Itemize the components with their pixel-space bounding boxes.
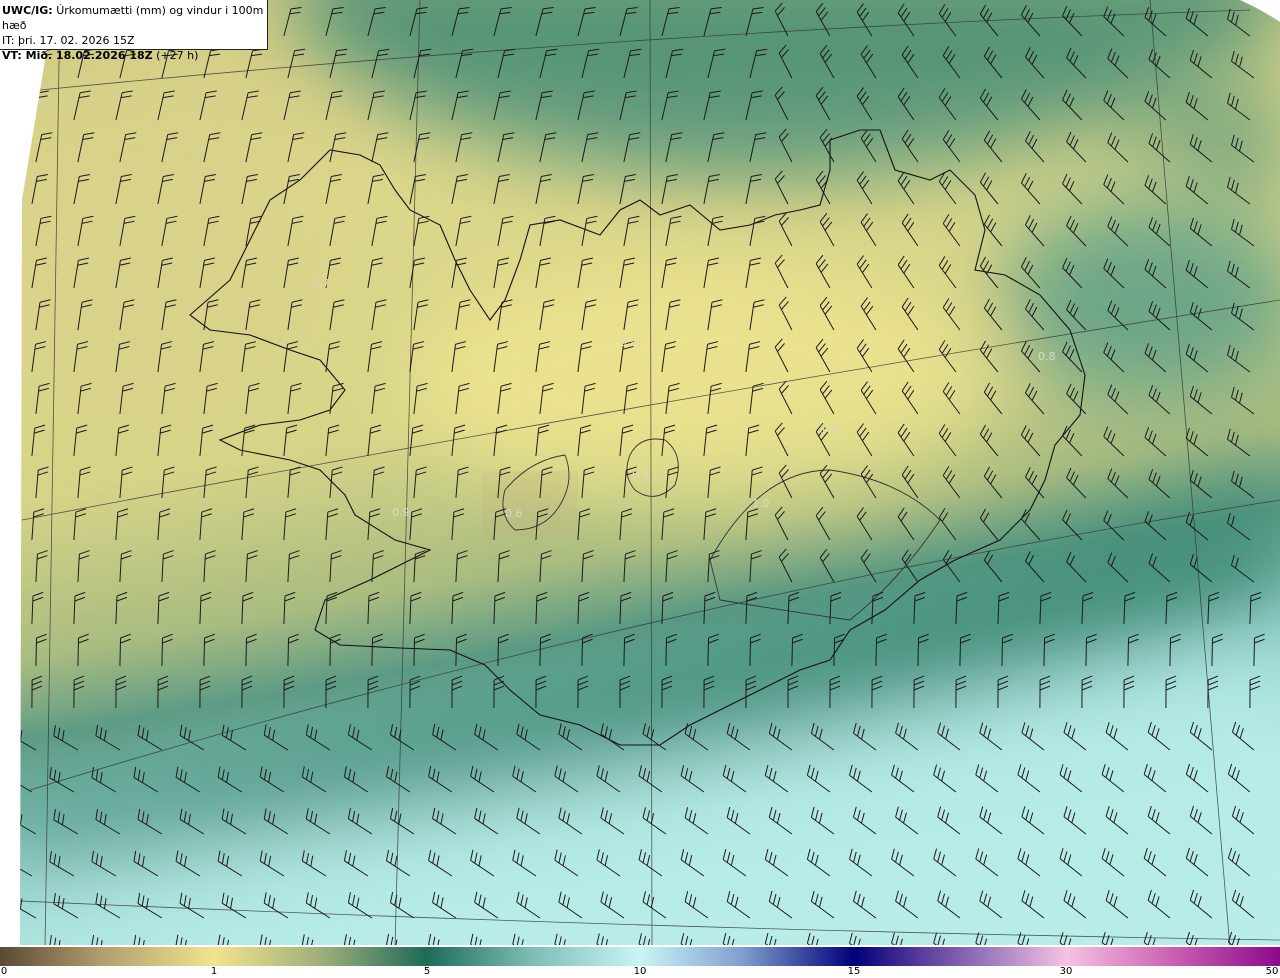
model-name: UWC/IG: bbox=[2, 4, 53, 17]
value-label: 1.0 bbox=[820, 423, 838, 436]
value-label: 0.5 bbox=[632, 468, 650, 481]
map-title-box: UWC/IG: Úrkomumætti (mm) og vindur i 100… bbox=[0, 0, 268, 62]
colorbar-tick: 50 bbox=[1265, 966, 1279, 977]
colorbar-tick: 0 bbox=[0, 966, 8, 977]
valid-time: VT: Mið. 18.02.2026 18Z bbox=[2, 49, 153, 62]
colorbar-ticks: 0 1 5 10 15 30 50 bbox=[0, 966, 1280, 978]
precipitation-field: 0.9 1.0 0.5 0.6 1.0 0.7 0.9 0.8 bbox=[20, 0, 1280, 945]
colorbar-tick: 5 bbox=[423, 966, 431, 977]
precipitation-wind-map: 0.9 1.0 0.5 0.6 1.0 0.7 0.9 0.8 bbox=[0, 0, 1280, 948]
value-label: 0.6 bbox=[505, 507, 523, 520]
forecast-offset: (+27 h) bbox=[156, 49, 199, 62]
colorbar-tick: 30 bbox=[1059, 966, 1073, 977]
colorbar-tick: 10 bbox=[633, 966, 647, 977]
value-label: 0.9 bbox=[620, 336, 638, 349]
value-label: 0.7 bbox=[312, 277, 330, 290]
initial-time: IT: þri. 17. 02. 2026 15Z bbox=[2, 34, 135, 47]
value-label: 0.8 bbox=[1038, 350, 1056, 363]
colorbar bbox=[0, 947, 1280, 966]
value-label: 0.9 bbox=[392, 506, 410, 519]
colorbar-tick: 1 bbox=[210, 966, 218, 977]
colorbar-tick: 15 bbox=[847, 966, 861, 977]
value-label: 1.0 bbox=[752, 497, 770, 510]
